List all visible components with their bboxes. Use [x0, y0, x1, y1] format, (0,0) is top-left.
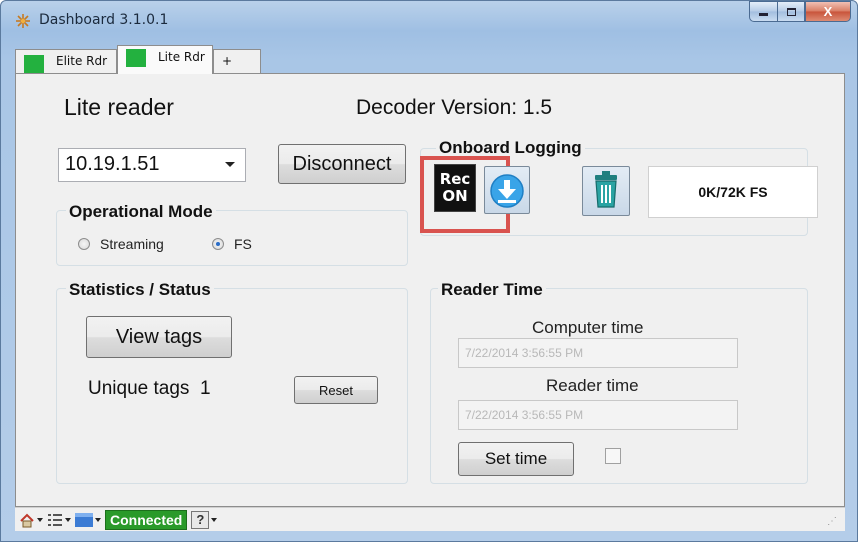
minimize-icon: [759, 13, 768, 16]
panel-icon: [75, 512, 93, 527]
window-title: Dashboard 3.1.0.1: [39, 12, 169, 28]
maximize-icon: [786, 7, 796, 16]
plus-icon: +: [222, 54, 233, 68]
decoder-version: Decoder Version: 1.5: [356, 96, 553, 119]
title-bar[interactable]: Dashboard 3.1.0.1 X: [1, 1, 857, 43]
tab-lite-rdr[interactable]: Lite Rdr: [117, 45, 213, 74]
ip-address-select[interactable]: 10.19.1.51: [58, 148, 246, 182]
minimize-button[interactable]: [749, 1, 777, 22]
computer-time-value: 7/22/2014 3:56:55 PM: [465, 346, 584, 360]
add-tab-button[interactable]: +: [213, 49, 261, 73]
chevron-down-icon: [225, 162, 235, 167]
reset-label: Reset: [319, 382, 353, 398]
status-bar: Connected ? ⋰: [15, 507, 845, 531]
caret-icon: [65, 517, 71, 522]
onboard-logging-title: Onboard Logging: [436, 138, 585, 158]
unique-tags-text: Unique tags 1: [88, 378, 211, 400]
status-indicator-icon: [24, 55, 44, 73]
connection-status: Connected: [105, 509, 188, 530]
streaming-radio[interactable]: Streaming: [78, 236, 164, 252]
download-log-button[interactable]: [484, 166, 530, 214]
computer-time-label: Computer time: [532, 318, 644, 337]
connected-badge: Connected: [105, 509, 188, 530]
close-icon: X: [823, 4, 833, 19]
clear-log-button[interactable]: [582, 166, 630, 216]
disconnect-button[interactable]: Disconnect: [278, 144, 406, 184]
tab-elite-rdr[interactable]: Elite Rdr: [15, 49, 117, 73]
auto-sync-checkbox[interactable]: [605, 448, 621, 464]
reader-time-title: Reader Time: [438, 280, 546, 300]
unique-tags-label: Unique tags: [88, 378, 190, 399]
home-icon: [20, 513, 34, 527]
computer-time-field: 7/22/2014 3:56:55 PM: [458, 338, 738, 368]
statistics-title: Statistics / Status: [66, 280, 214, 300]
log-counter: 0K/72K FS: [648, 166, 818, 218]
fs-radio[interactable]: FS: [212, 236, 252, 252]
ip-address-value: 10.19.1.51: [65, 153, 160, 175]
reset-button[interactable]: Reset: [294, 376, 378, 404]
app-icon: [16, 14, 30, 28]
caret-icon: [211, 517, 218, 522]
reader-time-value: 7/22/2014 3:56:55 PM: [465, 408, 584, 422]
view-tags-button[interactable]: View tags: [86, 316, 232, 358]
tab-label: Elite Rdr: [56, 54, 108, 68]
caret-icon: [37, 517, 43, 522]
list-menu[interactable]: [47, 512, 71, 528]
log-counter-value: 0K/72K FS: [698, 184, 768, 200]
close-button[interactable]: X: [805, 1, 851, 22]
streaming-label: Streaming: [100, 236, 164, 252]
unique-tags-count: 1: [199, 378, 211, 399]
download-icon: [490, 174, 524, 208]
help-menu[interactable]: ?: [191, 510, 218, 529]
tab-label: Lite Rdr: [158, 50, 205, 64]
reader-panel: Lite reader Decoder Version: 1.5 10.19.1…: [15, 73, 845, 507]
radio-icon: [78, 238, 90, 250]
view-menu[interactable]: [75, 512, 101, 527]
reader-time-label: Reader time: [546, 376, 639, 395]
resize-grip-icon[interactable]: ⋰: [827, 516, 837, 527]
reader-title: Lite reader: [64, 94, 174, 120]
status-indicator-icon: [126, 49, 146, 67]
help-icon: ?: [191, 510, 210, 529]
reader-time-field: 7/22/2014 3:56:55 PM: [458, 400, 738, 430]
set-time-button[interactable]: Set time: [458, 442, 574, 476]
caret-icon: [95, 517, 101, 522]
home-menu[interactable]: [19, 512, 43, 528]
trash-icon: [595, 171, 617, 208]
fs-label: FS: [234, 236, 252, 252]
list-icon: [48, 513, 62, 526]
disconnect-label: Disconnect: [292, 152, 392, 175]
operational-mode-title: Operational Mode: [66, 202, 216, 222]
view-tags-label: View tags: [115, 325, 203, 348]
maximize-button[interactable]: [777, 1, 805, 22]
window-controls: X: [749, 1, 851, 23]
radio-selected-icon: [212, 238, 224, 250]
set-time-label: Set time: [484, 449, 548, 468]
app-window: Dashboard 3.1.0.1 X Elite Rdr Lite Rdr +: [0, 0, 858, 542]
